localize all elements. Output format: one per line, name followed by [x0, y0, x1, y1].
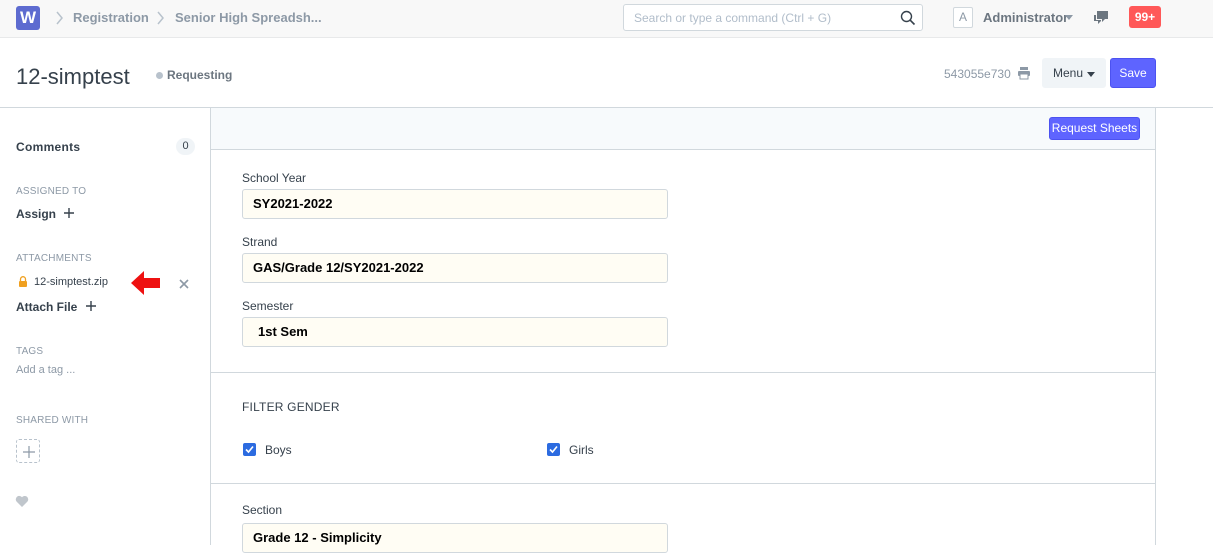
page-title: 12-simptest	[16, 64, 130, 89]
checkbox-checked-icon[interactable]	[243, 443, 256, 456]
details-section: School Year SY2021-2022 Strand GAS/Grade…	[211, 150, 1155, 373]
avatar[interactable]: A	[953, 7, 973, 28]
school-year-label: School Year	[242, 171, 307, 185]
heart-icon[interactable]	[15, 495, 29, 508]
shared-with-label: SHARED WITH	[16, 415, 89, 426]
caret-down-icon[interactable]	[1065, 15, 1073, 20]
checkbox-checked-icon[interactable]	[547, 443, 560, 456]
section-section: Section Grade 12 - Simplicity	[211, 484, 1155, 553]
attachments-label: ATTACHMENTS	[16, 253, 92, 264]
status-badge: Requesting	[167, 68, 233, 82]
form-toolbar: Request Sheets	[211, 108, 1155, 150]
filter-gender-section: FILTER GENDER Boys Girls	[211, 373, 1155, 484]
assign-button[interactable]: Assign	[16, 207, 75, 221]
attachment-item: 12-simptest.zip	[16, 271, 196, 295]
comments-heading[interactable]: Comments	[16, 140, 80, 154]
plus-icon	[23, 446, 35, 458]
document-id: 543055e730	[944, 67, 1011, 81]
assigned-to-label: ASSIGNED TO	[16, 186, 87, 197]
add-share-button[interactable]	[16, 439, 40, 463]
notification-badge[interactable]: 99+	[1129, 6, 1161, 28]
filter-gender-heading: FILTER GENDER	[242, 400, 340, 414]
print-icon[interactable]	[1017, 66, 1031, 80]
caret-down-icon	[1087, 72, 1095, 77]
plus-icon	[85, 301, 96, 311]
chevron-right-icon	[56, 11, 63, 25]
sidebar: Comments 0 ASSIGNED TO Assign ATTACHMENT…	[0, 108, 211, 545]
app-logo[interactable]: W	[16, 6, 40, 30]
section-label: Section	[242, 503, 283, 517]
add-tag-input[interactable]: Add a tag ...	[16, 364, 75, 376]
section-field[interactable]: Grade 12 - Simplicity	[242, 523, 668, 553]
attachment-link[interactable]: 12-simptest.zip	[34, 276, 108, 288]
navbar: W Registration Senior High Spreadsh... A…	[0, 0, 1213, 38]
comments-count: 0	[176, 138, 195, 155]
semester-label: Semester	[242, 299, 294, 313]
close-icon[interactable]	[179, 279, 189, 289]
user-menu[interactable]: Administrator	[983, 10, 1068, 25]
request-sheets-button[interactable]: Request Sheets	[1049, 117, 1140, 140]
attach-file-label: Attach File	[16, 300, 78, 314]
girls-label: Girls	[569, 443, 594, 457]
arrow-left-icon	[131, 271, 160, 295]
search-bar	[623, 4, 923, 31]
status-indicator	[156, 72, 163, 79]
menu-button[interactable]: Menu	[1042, 58, 1106, 88]
assign-label: Assign	[16, 207, 57, 221]
breadcrumb-registration[interactable]: Registration	[73, 10, 149, 25]
page-head: 12-simptest Requesting 543055e730 Menu S…	[0, 38, 1213, 108]
strand-label: Strand	[242, 235, 278, 249]
plus-icon	[64, 208, 75, 218]
chat-icon[interactable]	[1092, 9, 1110, 27]
form-area: Request Sheets School Year SY2021-2022 S…	[211, 108, 1156, 553]
lock-icon	[19, 276, 27, 287]
semester-field[interactable]: 1st Sem	[242, 317, 668, 347]
attach-file-button[interactable]: Attach File	[16, 300, 96, 314]
boys-label: Boys	[265, 443, 292, 457]
search-input[interactable]	[624, 5, 892, 30]
tags-label: TAGS	[16, 346, 44, 357]
save-button[interactable]: Save	[1110, 58, 1156, 88]
search-icon[interactable]	[900, 10, 916, 26]
school-year-field[interactable]: SY2021-2022	[242, 189, 668, 219]
breadcrumb-senior-high[interactable]: Senior High Spreadsh...	[175, 10, 322, 25]
strand-field[interactable]: GAS/Grade 12/SY2021-2022	[242, 253, 668, 283]
chevron-right-icon	[157, 11, 164, 25]
